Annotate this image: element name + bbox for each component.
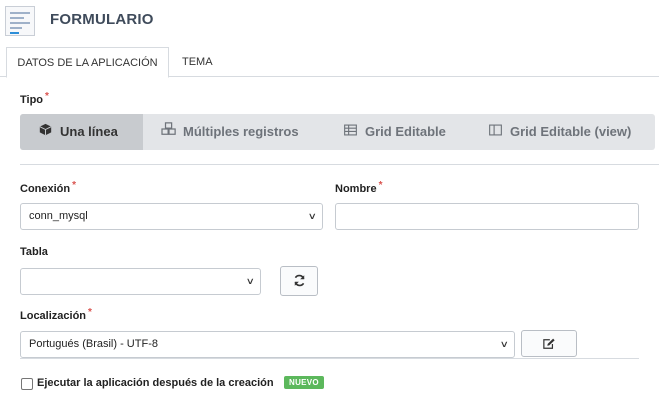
required-mark: * bbox=[45, 91, 49, 102]
table-grid-icon bbox=[343, 114, 357, 150]
page-title: FORMULARIO bbox=[50, 11, 154, 28]
cubes-icon bbox=[161, 114, 176, 150]
form-document-icon bbox=[5, 6, 35, 36]
chevron-down-icon: ∨ bbox=[500, 339, 510, 349]
conexion-select[interactable]: conn_mysql ∨ bbox=[20, 203, 323, 230]
tipo-segmented-control: Una línea Múltiples registros Grid Edita… bbox=[20, 114, 655, 150]
localizacion-select[interactable]: Portugués (Brasil) - UTF-8 ∨ bbox=[20, 331, 515, 358]
cube-icon bbox=[38, 114, 52, 150]
tipo-option-grid-editable-view[interactable]: Grid Editable (view) bbox=[488, 114, 631, 150]
columns-icon bbox=[488, 114, 502, 150]
required-mark: * bbox=[88, 307, 92, 318]
nombre-input[interactable] bbox=[335, 203, 639, 230]
tipo-option-multiples-registros[interactable]: Múltiples registros bbox=[161, 114, 299, 150]
ejecutar-label[interactable]: Ejecutar la aplicación después de la cre… bbox=[37, 377, 274, 389]
tab-bar: DATOS DE LA APLICACIÓN TEMA bbox=[0, 47, 659, 78]
tabla-label: Tabla bbox=[20, 246, 48, 258]
localizacion-label: Localización * bbox=[20, 307, 92, 322]
refresh-icon bbox=[293, 272, 306, 289]
tipo-label: Tipo * bbox=[20, 91, 49, 106]
tipo-option-grid-editable[interactable]: Grid Editable bbox=[343, 114, 446, 150]
conexion-value: conn_mysql bbox=[29, 210, 88, 222]
required-mark: * bbox=[72, 180, 77, 191]
edit-locale-button[interactable] bbox=[521, 330, 577, 357]
tab-datos-aplicacion[interactable]: DATOS DE LA APLICACIÓN bbox=[6, 47, 169, 78]
nombre-label: Nombre * bbox=[335, 180, 383, 195]
tipo-option-una-linea[interactable]: Una línea bbox=[20, 114, 143, 150]
chevron-down-icon: ∨ bbox=[246, 276, 256, 286]
conexion-label: Conexión * bbox=[20, 180, 77, 195]
tabla-select[interactable]: ∨ bbox=[20, 268, 261, 295]
localizacion-value: Portugués (Brasil) - UTF-8 bbox=[29, 338, 158, 350]
ejecutar-checkbox[interactable] bbox=[21, 378, 33, 390]
edit-icon bbox=[542, 335, 556, 352]
page-header: FORMULARIO bbox=[0, 0, 659, 40]
chevron-down-icon: ∨ bbox=[308, 211, 318, 221]
tab-tema[interactable]: TEMA bbox=[170, 47, 225, 77]
section-divider bbox=[20, 358, 639, 359]
new-badge: NUEVO bbox=[284, 376, 324, 389]
refresh-tables-button[interactable] bbox=[280, 266, 318, 296]
section-divider bbox=[20, 164, 659, 165]
required-mark: * bbox=[378, 180, 383, 191]
